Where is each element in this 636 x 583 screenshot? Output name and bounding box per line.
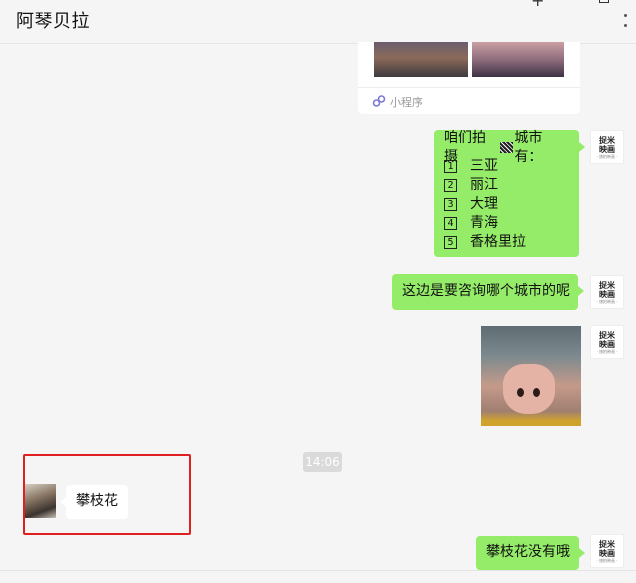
photo-message[interactable] <box>481 326 581 426</box>
avatar-text-line1: 捉米 <box>599 281 615 290</box>
message-bubble-ask-city[interactable]: 这边是要咨询哪个城市的呢 <box>392 274 584 310</box>
avatar-text-line1: 捉米 <box>599 136 615 145</box>
city-name: 青海 <box>470 215 498 231</box>
number-badge: 2 <box>444 179 457 192</box>
cities-intro-suffix: 城市有： <box>514 129 543 165</box>
card-divider <box>358 87 580 88</box>
cities-intro: 咱们拍摄 城市有： <box>444 130 569 165</box>
title-bar: 阿琴贝拉 + <box>0 0 636 44</box>
avatar[interactable]: 捉米 映画 · 旅拍映画 · <box>590 130 624 164</box>
avatar-text-line3: · 旅拍映画 · <box>596 154 618 159</box>
clapperboard-icon <box>499 142 514 153</box>
avatar[interactable]: 捉米 映画 · 旅拍映画 · <box>590 325 624 359</box>
list-item: 3 大理 <box>444 195 569 214</box>
chat-window: 阿琴贝拉 + 小程序 咱们拍摄 城市有： 1 三亚 2 丽江 3 大理 4 青海… <box>0 0 636 583</box>
avatar-text-line2: 映画 <box>599 145 615 154</box>
photo-detail <box>517 388 524 397</box>
number-badge: 4 <box>444 217 457 230</box>
mini-program-image-1 <box>374 42 468 77</box>
chat-title: 阿琴贝拉 <box>16 11 90 32</box>
city-name: 三亚 <box>470 158 498 174</box>
avatar-text-line2: 映画 <box>599 340 615 349</box>
timestamp: 14:06 <box>303 452 342 472</box>
avatar-text-line3: · 旅拍映画 · <box>596 558 618 563</box>
city-name: 丽江 <box>470 177 498 193</box>
avatar-text-line1: 捉米 <box>599 540 615 549</box>
city-name: 香格里拉 <box>470 234 526 250</box>
message-text: 攀枝花没有哦 <box>486 544 570 560</box>
mini-program-label: 小程序 <box>390 96 423 109</box>
avatar-text-line2: 映画 <box>599 549 615 558</box>
avatar[interactable]: 捉米 映画 · 旅拍映画 · <box>590 534 624 568</box>
city-name: 大理 <box>470 196 498 212</box>
mini-program-card[interactable]: 小程序 <box>358 42 580 114</box>
highlight-box <box>23 454 191 535</box>
message-bubble-reply[interactable]: 攀枝花没有哦 <box>476 536 585 570</box>
message-bubble-cities[interactable]: 咱们拍摄 城市有： 1 三亚 2 丽江 3 大理 4 青海 5 香格里拉 <box>434 130 585 257</box>
avatar-text-line2: 映画 <box>599 290 615 299</box>
maximize-icon[interactable] <box>599 0 609 3</box>
number-badge: 3 <box>444 198 457 211</box>
number-badge: 5 <box>444 236 457 249</box>
more-options-icon[interactable] <box>624 14 627 17</box>
list-item: 2 丽江 <box>444 176 569 195</box>
number-badge: 1 <box>444 160 457 173</box>
mini-program-icon <box>372 95 386 107</box>
input-area-edge <box>0 570 636 583</box>
avatar-text-line3: · 旅拍映画 · <box>596 299 618 304</box>
add-icon[interactable]: + <box>531 0 544 10</box>
message-text: 这边是要咨询哪个城市的呢 <box>402 283 570 299</box>
list-item: 4 青海 <box>444 214 569 233</box>
photo-character <box>503 364 555 414</box>
avatar-text-line3: · 旅拍映画 · <box>596 349 618 354</box>
photo-detail <box>533 388 540 397</box>
avatar[interactable]: 捉米 映画 · 旅拍映画 · <box>590 275 624 309</box>
mini-program-image-2 <box>472 42 564 77</box>
list-item: 5 香格里拉 <box>444 233 569 252</box>
avatar-text-line1: 捉米 <box>599 331 615 340</box>
